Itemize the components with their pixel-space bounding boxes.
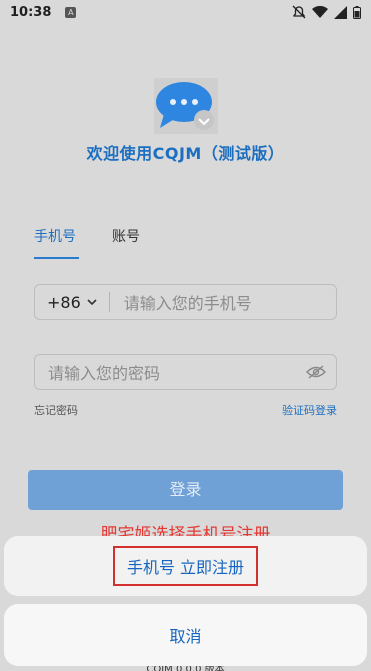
- country-code-value: +86: [47, 292, 81, 312]
- action-sheet-options: 手机号 立即注册: [4, 536, 367, 596]
- tab-phone[interactable]: 手机号: [34, 226, 76, 246]
- phone-input-field: +86 请输入您的手机号: [34, 284, 337, 320]
- chevron-down-icon: [87, 299, 97, 306]
- app-logo: [154, 78, 218, 134]
- notification-app-icon: A: [65, 6, 77, 18]
- password-field: 请输入您的密码: [34, 354, 337, 390]
- phone-input[interactable]: 请输入您的手机号: [110, 290, 252, 314]
- mute-icon: [292, 5, 306, 19]
- country-code-selector[interactable]: +86: [35, 293, 109, 312]
- eye-closed-icon[interactable]: [306, 365, 326, 379]
- forgot-password-link[interactable]: 忘记密码: [34, 402, 78, 418]
- status-time: 10:38: [10, 4, 52, 20]
- login-button[interactable]: 登录: [28, 470, 343, 510]
- tab-account[interactable]: 账号: [112, 226, 140, 246]
- wifi-icon: [312, 5, 328, 18]
- cancel-button[interactable]: 取消: [4, 604, 367, 666]
- app-title: 欢迎使用CQJM（测试版）: [86, 144, 285, 163]
- password-input[interactable]: 请输入您的密码: [35, 360, 160, 384]
- sms-login-link[interactable]: 验证码登录: [282, 402, 337, 418]
- battery-icon: [353, 5, 361, 19]
- login-helper-links: 忘记密码 验证码登录: [34, 402, 337, 418]
- login-tabs: 手机号 账号: [34, 226, 140, 246]
- signal-icon: [334, 5, 347, 19]
- active-tab-indicator: [34, 257, 79, 259]
- phone-register-button[interactable]: 手机号 立即注册: [112, 546, 259, 586]
- status-bar: 10:38 A: [0, 0, 371, 24]
